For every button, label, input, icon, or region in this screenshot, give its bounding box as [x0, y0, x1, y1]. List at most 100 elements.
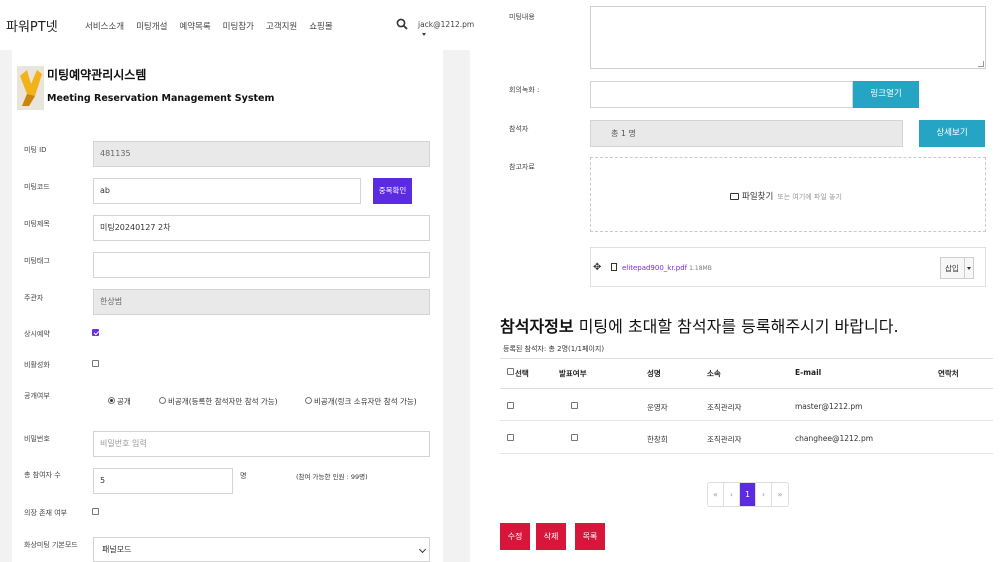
pagination: « ‹ 1 › »	[707, 482, 789, 507]
menu-item-join[interactable]: 미팅참가	[223, 20, 254, 32]
delete-button[interactable]: 삭제	[536, 523, 566, 550]
meeting-code-label: 미팅코드	[24, 183, 50, 191]
participants-title-rest: 미팅에 초대할 참석자를 등록해주시기 바랍니다.	[573, 317, 899, 336]
page-last-button[interactable]: »	[772, 483, 788, 506]
chair-label: 의장 존재 여부	[24, 509, 68, 517]
radio-public[interactable]	[108, 397, 115, 404]
meeting-content-textarea[interactable]	[590, 6, 986, 69]
cell-org: 조직관리자	[707, 403, 742, 412]
public-label: 공개여부	[24, 392, 50, 400]
th-name: 성명	[647, 369, 661, 378]
recording-label: 회의녹화 :	[509, 86, 540, 94]
drop-hint: 또는 여기에 파일 놓기	[777, 193, 842, 201]
folder-icon	[730, 193, 739, 200]
participants-count: 등록된 참석자: 총 2명(1/1페이지)	[503, 345, 605, 353]
open-link-button[interactable]: 링크열기	[853, 81, 919, 108]
page-1-button[interactable]: 1	[740, 483, 756, 506]
th-select: 선택	[515, 369, 529, 378]
page-prev-button[interactable]: ‹	[724, 483, 740, 506]
select-all-checkbox[interactable]	[507, 368, 514, 375]
meeting-code-input[interactable]: ab	[93, 178, 361, 204]
right-gutter	[443, 50, 470, 562]
meeting-content-label: 미팅내용	[509, 13, 535, 21]
cell-name: 한창희	[647, 435, 668, 444]
chair-checkbox[interactable]	[92, 508, 99, 515]
meeting-tag-label: 미팅태그	[24, 257, 50, 265]
menu-item-support[interactable]: 고객지원	[266, 20, 297, 32]
row-select-checkbox[interactable]	[507, 434, 514, 441]
resize-grip-icon[interactable]	[978, 61, 984, 67]
page-next-button[interactable]: ›	[756, 483, 772, 506]
insert-dropdown-button[interactable]: 삽입	[940, 257, 974, 279]
chevron-down-icon	[418, 545, 427, 554]
search-icon[interactable]	[396, 18, 408, 30]
meeting-title-input[interactable]: 미팅20240127 2차	[93, 215, 430, 241]
radio-public-label: 공개	[117, 397, 131, 406]
row-present-checkbox[interactable]	[571, 402, 578, 409]
left-gutter	[0, 50, 12, 562]
system-title-en: Meeting Reservation Management System	[47, 93, 275, 104]
dropzone-text[interactable]: 파일찾기 또는 여기에 파일 놓기	[730, 190, 842, 202]
detail-view-button[interactable]: 상세보기	[919, 120, 985, 147]
password-input[interactable]: 비밀번호 입력	[93, 431, 430, 457]
row-present-checkbox[interactable]	[571, 434, 578, 441]
divider	[964, 258, 965, 278]
list-button[interactable]: 목록	[575, 523, 605, 550]
radio-private-link-label: 비공개(링크 소유자만 참석 가능)	[314, 397, 417, 406]
edit-button[interactable]: 수정	[500, 523, 530, 550]
host-label: 주관자	[24, 294, 44, 302]
menu-item-open-meeting[interactable]: 미팅개설	[136, 20, 167, 32]
total-unit: 명	[240, 472, 247, 480]
drag-handle-icon[interactable]: ✥	[593, 262, 601, 273]
row-select-checkbox[interactable]	[507, 402, 514, 409]
mode-select-value: 패널모드	[102, 545, 132, 554]
participants-title-bold: 참석자정보	[500, 317, 574, 336]
chevron-down-icon	[967, 267, 971, 270]
page-first-button[interactable]: «	[708, 483, 724, 506]
insert-label: 삽입	[945, 264, 959, 273]
th-org: 소속	[707, 369, 721, 378]
file-link[interactable]: elitepad900_kr.pdf 1.18MB	[622, 264, 712, 272]
cell-org: 조직관리자	[707, 435, 742, 444]
chevron-down-icon	[422, 32, 426, 36]
brand-logo[interactable]: 파워PT넷	[6, 16, 58, 35]
cell-email: master@1212.pm	[795, 402, 863, 411]
cell-name: 운영자	[647, 403, 668, 412]
user-menu[interactable]: jack@1212.pm	[418, 20, 474, 38]
meeting-title-label: 미팅제목	[24, 220, 50, 228]
th-email: E-mail	[795, 368, 822, 377]
attendee-count-field: 총 1 명	[590, 120, 903, 147]
attendee-label: 참석자	[509, 125, 529, 133]
system-title-ko: 미팅예약관리시스템	[47, 68, 147, 82]
meeting-id-field: 481135	[93, 141, 430, 167]
reference-label: 참고자료	[509, 163, 535, 171]
menu-item-reservations[interactable]: 예약목록	[179, 20, 210, 32]
left-panel: 파워PT넷 서비스소개 미팅개설 예약목록 미팅참가 고객지원 쇼핑몰 jack…	[0, 0, 474, 562]
system-logo	[17, 66, 44, 110]
always-reserve-checkbox[interactable]	[92, 329, 99, 336]
radio-private-registered-label: 비공개(등록한 참석자만 참석 가능)	[168, 397, 278, 406]
th-phone: 연락처	[938, 369, 959, 378]
top-navbar: 파워PT넷 서비스소개 미팅개설 예약목록 미팅참가 고객지원 쇼핑몰 jack…	[0, 0, 474, 50]
cell-email: changhee@1212.pm	[795, 434, 874, 443]
meeting-tag-input[interactable]	[93, 252, 430, 278]
duplicate-check-button[interactable]: 중복확인	[373, 178, 412, 204]
total-input[interactable]: 5	[93, 468, 233, 494]
recording-link-input[interactable]	[590, 81, 853, 108]
menu-item-service[interactable]: 서비스소개	[85, 20, 124, 32]
file-icon	[611, 263, 617, 271]
mode-select[interactable]: 패널모드	[93, 537, 430, 562]
main-menu: 서비스소개 미팅개설 예약목록 미팅참가 고객지원 쇼핑몰	[85, 20, 345, 32]
radio-private-link[interactable]	[305, 397, 312, 404]
disable-checkbox[interactable]	[92, 360, 99, 367]
total-note: (참여 가능한 인원 : 99명)	[296, 473, 368, 481]
disable-label: 비활성화	[24, 361, 50, 369]
radio-private-registered[interactable]	[159, 397, 166, 404]
find-file-label: 파일찾기	[742, 192, 774, 202]
menu-item-shop[interactable]: 쇼핑몰	[309, 20, 332, 32]
password-label: 비밀번호	[24, 435, 50, 443]
user-email: jack@1212.pm	[418, 20, 475, 29]
file-size: 1.18MB	[689, 265, 712, 272]
meeting-id-label: 미팅 ID	[24, 146, 47, 154]
mode-label: 화상미팅 기본모드	[24, 541, 78, 549]
